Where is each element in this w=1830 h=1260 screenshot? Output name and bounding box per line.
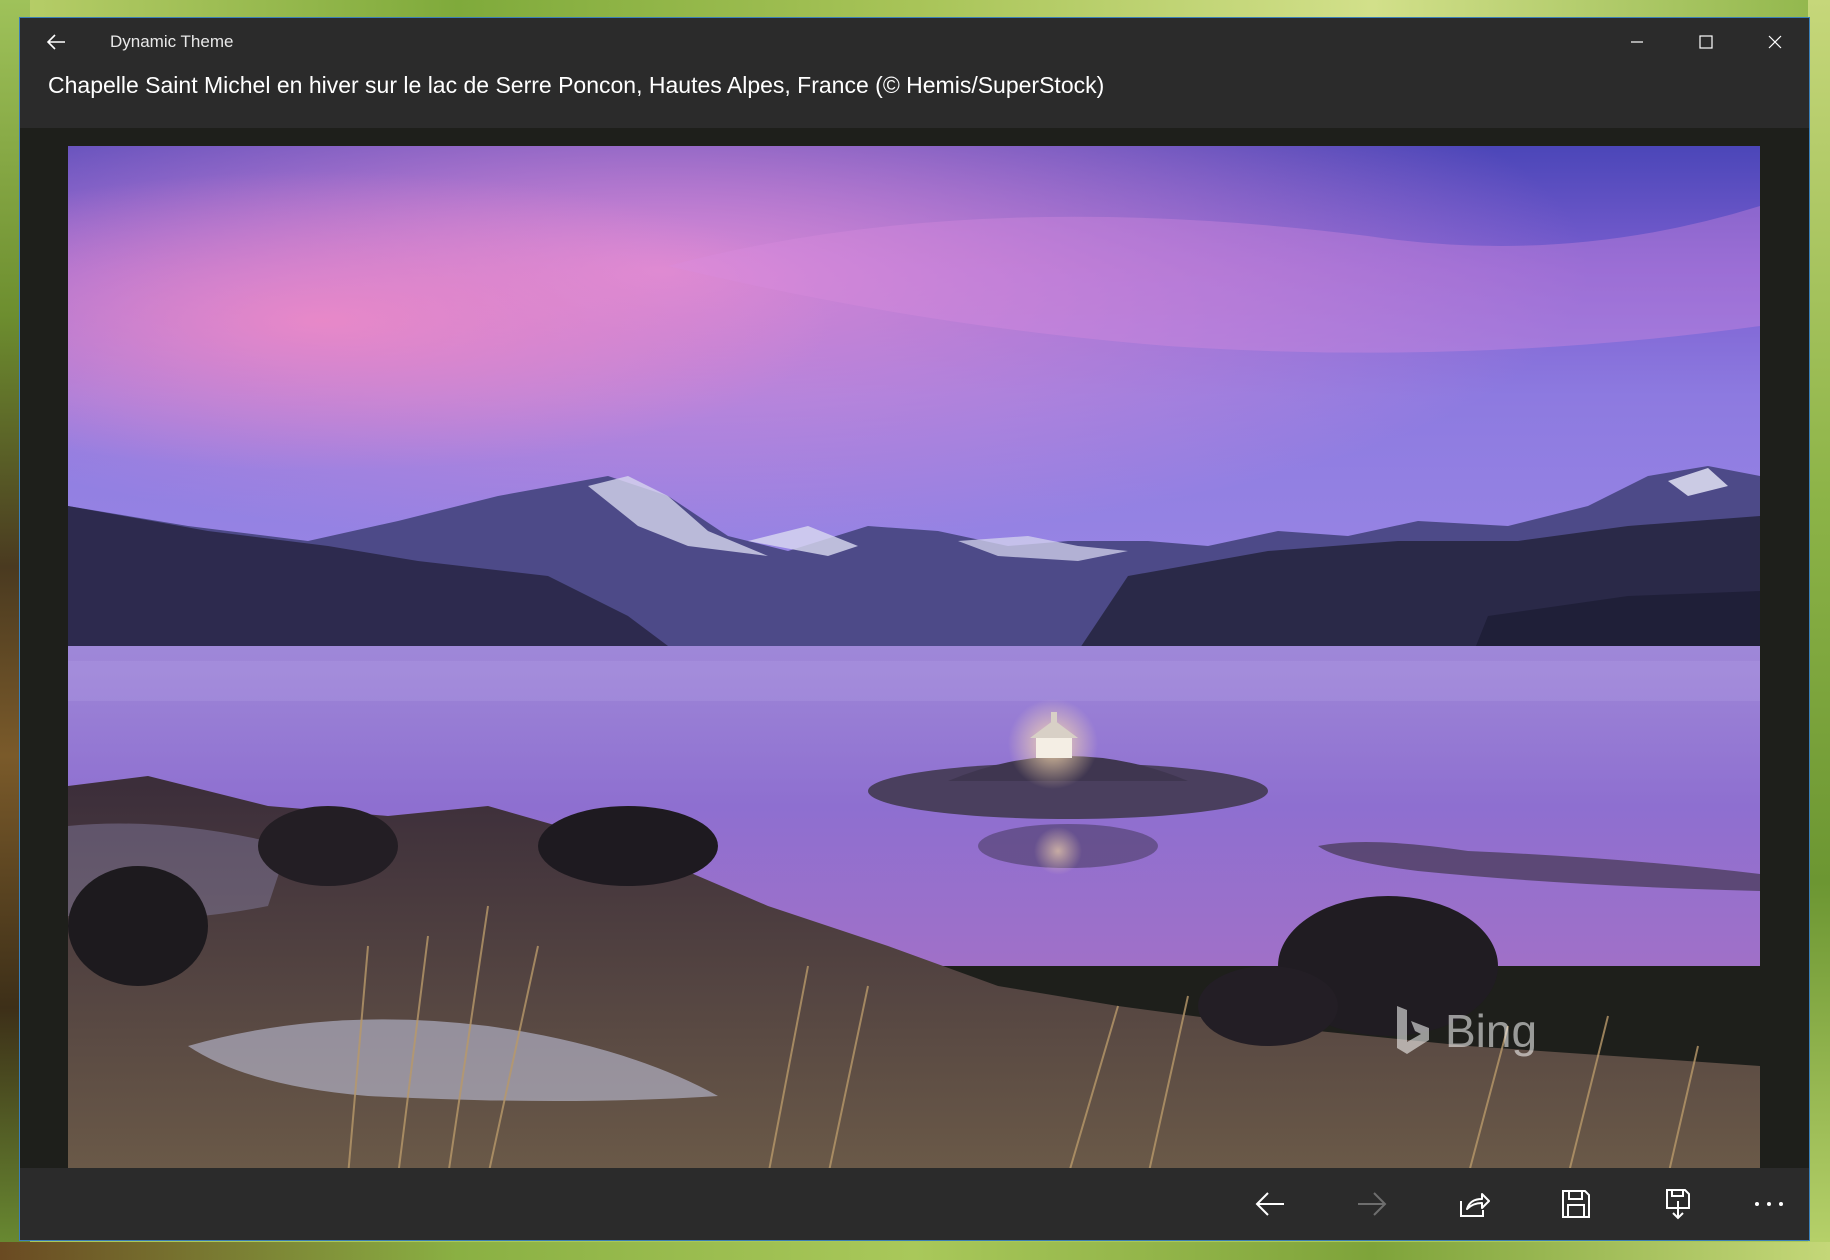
desktop-wallpaper-bottom: [0, 1242, 1830, 1260]
app-title: Dynamic Theme: [110, 32, 234, 51]
back-arrow-icon: [46, 34, 65, 50]
bing-logo-icon: [1397, 1006, 1429, 1054]
share-button[interactable]: [1423, 1168, 1525, 1240]
desktop-wallpaper-top: [0, 0, 1830, 18]
bing-watermark-text: Bing: [1445, 1005, 1538, 1057]
maximize-icon: [1698, 35, 1713, 49]
previous-button[interactable]: [1219, 1168, 1321, 1240]
next-button[interactable]: [1321, 1168, 1423, 1240]
next-arrow-icon: [1358, 1192, 1387, 1216]
title-bar: Dynamic Theme: [20, 18, 1809, 66]
save-as-icon: [1666, 1189, 1690, 1220]
close-icon: [1768, 35, 1781, 49]
save-icon: [1562, 1190, 1590, 1218]
wallpaper-photo: Bing: [68, 146, 1760, 1176]
image-caption: Chapelle Saint Michel en hiver sur le la…: [48, 72, 1105, 98]
desktop-wallpaper-right: [1808, 0, 1830, 1260]
minimize-icon: [1630, 41, 1643, 43]
maximize-button[interactable]: [1671, 18, 1740, 66]
save-as-button[interactable]: [1627, 1168, 1729, 1240]
back-button[interactable]: [20, 18, 92, 66]
command-bar: [20, 1168, 1809, 1240]
close-button[interactable]: [1740, 18, 1809, 66]
save-button[interactable]: [1525, 1168, 1627, 1240]
more-button[interactable]: [1729, 1168, 1809, 1240]
more-icon: [1755, 1202, 1783, 1206]
bing-watermark: Bing: [1393, 1004, 1537, 1058]
minimize-button[interactable]: [1602, 18, 1671, 66]
window-controls: [1602, 18, 1809, 66]
share-icon: [1460, 1193, 1490, 1217]
app-window: Dynamic Theme Chapelle Saint Michel en h…: [19, 17, 1810, 1241]
previous-arrow-icon: [1255, 1192, 1284, 1216]
photo-area: Bing: [20, 128, 1809, 1176]
